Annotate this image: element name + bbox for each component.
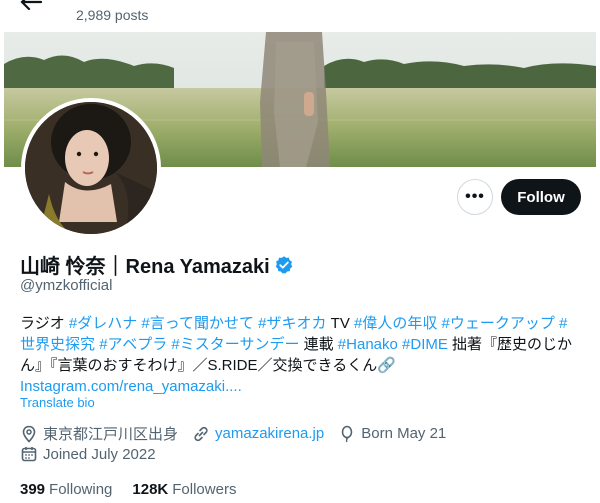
user-handle: @ymzkofficial: [20, 277, 113, 294]
birthday-text: Born May 21: [361, 425, 447, 442]
following-label: Following: [49, 481, 113, 498]
following-link[interactable]: 399 Following: [20, 481, 112, 498]
location-pin-icon: [22, 425, 36, 443]
display-name-row: 山崎 怜奈｜Rena Yamazaki: [20, 250, 294, 279]
profile-bio: ラジオ #ダレハナ #言って聞かせて #ザキオカ TV #偉人の年収 #ウェーク…: [20, 313, 580, 397]
top-bar: 2,989 posts: [0, 0, 600, 32]
website-link[interactable]: yamazakirena.jp: [215, 425, 324, 442]
hashtag-link[interactable]: #アベプラ: [99, 336, 167, 353]
joined-item: Joined July 2022: [20, 445, 156, 463]
birthday-item: Born May 21: [338, 425, 446, 443]
hashtag-link[interactable]: #ウェークアップ: [442, 315, 555, 332]
hashtag-link[interactable]: #Hanako: [338, 336, 398, 353]
hashtag-link[interactable]: #ザキオカ: [258, 315, 326, 332]
hashtag-link[interactable]: #偉人の年収: [354, 315, 437, 332]
link-icon: [194, 426, 208, 441]
translate-bio-link[interactable]: Translate bio: [20, 395, 95, 410]
followers-count: 128K: [132, 481, 169, 498]
location-item: 東京都江戸川区出身: [20, 423, 178, 444]
bio-line-2: 世界史探究 #アベプラ #ミスターサンデー 連載 #Hanako #DIME 拙…: [20, 336, 573, 353]
bio-line-3: ん』『言葉のおすそわけ』／S.RIDE／交換できるくん🔗: [20, 357, 396, 374]
display-name: 山崎 怜奈｜Rena Yamazaki: [20, 256, 270, 278]
hashtag-link[interactable]: #ダレハナ: [69, 315, 137, 332]
location-text: 東京都江戸川区出身: [43, 426, 179, 443]
follow-stats: 399 Following 128K Followers: [20, 481, 256, 498]
hashtag-link[interactable]: #ミスターサンデー: [171, 336, 299, 353]
more-options-button[interactable]: •••: [457, 179, 493, 215]
followers-label: Followers: [172, 481, 237, 498]
follow-button[interactable]: Follow: [501, 179, 581, 215]
bio-link[interactable]: Instagram.com/rena_yamazaki....: [20, 378, 242, 395]
verified-badge-icon[interactable]: [274, 255, 294, 275]
profile-meta-row: 東京都江戸川区出身 yamazakirena.jp Born May 21: [20, 423, 460, 444]
hashtag-link[interactable]: #言って聞かせて: [141, 315, 254, 332]
hashtag-link[interactable]: #: [559, 315, 567, 332]
arrow-left-icon[interactable]: [20, 0, 42, 10]
joined-row: Joined July 2022: [20, 445, 170, 463]
link-icon: 🔗: [377, 357, 396, 374]
followers-link[interactable]: 128K Followers: [132, 481, 236, 498]
joined-text: Joined July 2022: [43, 445, 156, 463]
website-item: yamazakirena.jp: [192, 425, 324, 443]
posts-count: 2,989 posts: [76, 7, 149, 23]
avatar[interactable]: [21, 98, 161, 238]
hashtag-link[interactable]: 世界史探究: [20, 336, 95, 353]
following-count: 399: [20, 481, 46, 498]
hashtag-link[interactable]: #DIME: [402, 336, 448, 353]
bio-line-1: ラジオ #ダレハナ #言って聞かせて #ザキオカ TV #偉人の年収 #ウェーク…: [20, 315, 568, 332]
calendar-icon: [21, 447, 37, 462]
balloon-icon: [341, 425, 353, 442]
